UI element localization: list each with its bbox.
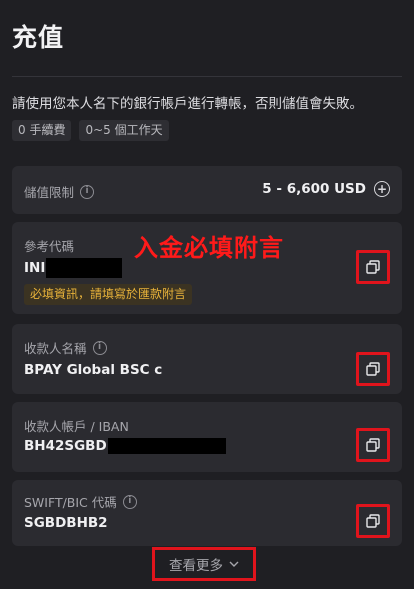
copy-icon: [366, 260, 380, 274]
info-icon[interactable]: i: [122, 494, 137, 509]
copy-reference-button[interactable]: [356, 250, 390, 284]
reference-code-value: INI: [24, 258, 123, 278]
swift-code-label-row: SWIFT/BIC 代碼 i: [24, 492, 137, 511]
info-icon[interactable]: i: [92, 340, 107, 355]
info-icon[interactable]: i: [80, 184, 95, 199]
see-more-button[interactable]: 查看更多: [152, 547, 256, 581]
processing-time-chip: 0~5 個工作天: [79, 120, 169, 141]
expand-plus-icon[interactable]: +: [374, 181, 390, 197]
deposit-limit-card: 儲值限制 i 5 - 6,600 USD +: [12, 166, 402, 214]
deposit-page: 充值 請使用您本人名下的銀行帳戶進行轉帳，否則儲值會失敗。 0 手續費 0~5 …: [0, 0, 414, 589]
payee-name-card: 收款人名稱 i BPAY Global BSC c: [12, 324, 402, 394]
copy-account-button[interactable]: [356, 428, 390, 462]
payee-account-label: 收款人帳戶 / IBAN: [24, 419, 129, 434]
reference-code-label: 參考代碼: [24, 239, 75, 254]
payee-name-value: BPAY Global BSC c: [24, 362, 163, 378]
copy-swift-button[interactable]: [356, 504, 390, 538]
deposit-info-chips: 0 手續費 0~5 個工作天: [12, 120, 169, 141]
copy-icon: [366, 362, 380, 376]
deposit-limit-range: 5 - 6,600 USD: [262, 181, 366, 197]
reference-code-prefix: INI: [24, 260, 46, 276]
chevron-down-icon: [229, 561, 239, 567]
deposit-limit-label-row: 儲值限制 i: [24, 182, 95, 201]
swift-code-card: SWIFT/BIC 代碼 i SGBDBHB2: [12, 480, 402, 546]
payee-account-card: 收款人帳戶 / IBAN BH42SGBD: [12, 402, 402, 472]
payee-name-label-row: 收款人名稱 i: [24, 338, 107, 357]
swift-code-label: SWIFT/BIC 代碼: [24, 495, 117, 510]
see-more-label: 查看更多: [169, 558, 223, 574]
copy-icon: [366, 514, 380, 528]
fee-chip: 0 手續費: [12, 120, 72, 141]
payee-account-prefix: BH42SGBD: [24, 438, 107, 454]
swift-code-value: SGBDBHB2: [24, 515, 108, 531]
required-memo-annotation: 入金必填附言: [134, 234, 284, 262]
deposit-limit-range-row: 5 - 6,600 USD +: [262, 181, 390, 197]
page-title: 充值: [12, 23, 65, 52]
copy-icon: [366, 438, 380, 452]
redacted-block: [107, 438, 226, 454]
deposit-limit-label: 儲值限制: [24, 185, 75, 200]
bank-account-notice: 請使用您本人名下的銀行帳戶進行轉帳，否則儲值會失敗。: [12, 96, 363, 112]
redacted-block: [46, 258, 123, 278]
reference-required-warning: 必填資訊，請填寫於匯款附言: [24, 284, 193, 305]
header-divider: [12, 76, 402, 77]
payee-name-label: 收款人名稱: [24, 341, 87, 356]
payee-account-value: BH42SGBD: [24, 438, 226, 454]
copy-payee-name-button[interactable]: [356, 352, 390, 386]
